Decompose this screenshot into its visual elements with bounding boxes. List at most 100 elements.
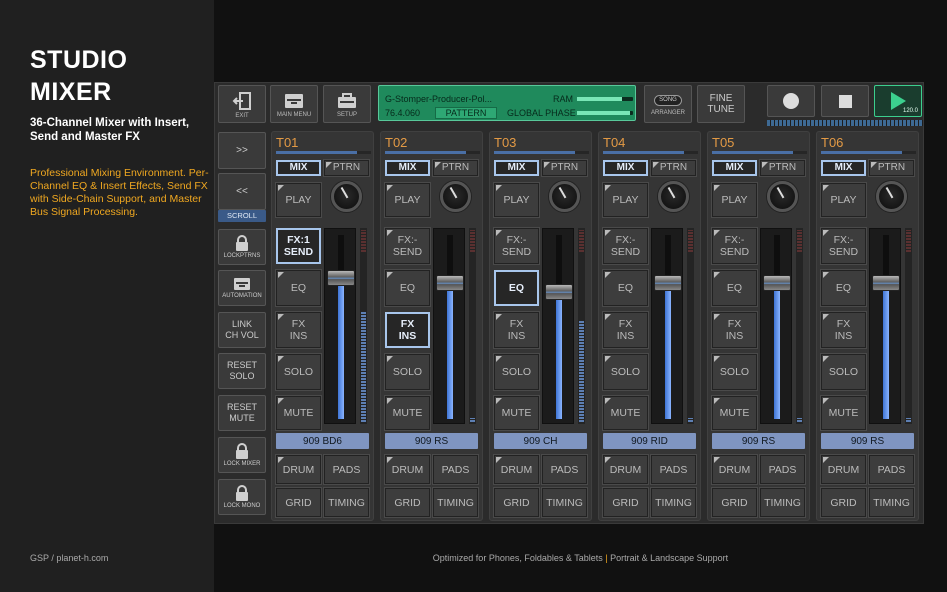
eq-button[interactable]: EQ [820, 269, 867, 307]
fx-insert-button[interactable]: FX INS [385, 312, 430, 348]
pattern-button[interactable]: PTRN [432, 159, 479, 177]
pan-knob[interactable] [440, 181, 471, 212]
fader-handle[interactable] [872, 275, 900, 292]
play-button[interactable]: 120.0 [874, 85, 922, 117]
solo-button[interactable]: SOLO [602, 353, 649, 391]
volume-fader[interactable] [433, 228, 465, 424]
pads-button[interactable]: PADS [868, 454, 915, 485]
play-channel-button[interactable]: PLAY [275, 182, 322, 218]
solo-button[interactable]: SOLO [711, 353, 758, 391]
solo-button[interactable]: SOLO [820, 353, 867, 391]
eq-button[interactable]: EQ [275, 269, 322, 307]
solo-button[interactable]: SOLO [275, 353, 322, 391]
mute-button[interactable]: MUTE [820, 395, 867, 431]
fx-insert-button[interactable]: FX INS [820, 311, 867, 349]
lock-mixer-button[interactable]: LOCK MIXER [218, 437, 266, 473]
mix-button[interactable]: MIX [276, 160, 321, 176]
eq-button[interactable]: EQ [494, 270, 539, 306]
lock-patterns-button[interactable]: LOCKPTRNS [218, 229, 266, 265]
pads-button[interactable]: PADS [323, 454, 370, 485]
pads-button[interactable]: PADS [759, 454, 806, 485]
eq-button[interactable]: EQ [602, 269, 649, 307]
mute-button[interactable]: MUTE [493, 395, 540, 431]
play-channel-button[interactable]: PLAY [711, 182, 758, 218]
fx-send-button[interactable]: FX:1 SEND [276, 228, 321, 264]
fader-handle[interactable] [545, 283, 573, 300]
stop-button[interactable] [821, 85, 869, 117]
automation-button[interactable]: AUTOMATION [218, 270, 266, 306]
fx-send-button[interactable]: FX:- SEND [711, 227, 758, 265]
eq-button[interactable]: EQ [711, 269, 758, 307]
volume-fader[interactable] [542, 228, 574, 424]
scroll-indicator[interactable]: SCROLL [218, 210, 266, 222]
timing-button[interactable]: TIMING [868, 487, 915, 518]
main-menu-button[interactable]: MAIN MENU [270, 85, 318, 123]
mute-button[interactable]: MUTE [384, 395, 431, 431]
pattern-button[interactable]: PTRN [759, 159, 806, 177]
play-channel-button[interactable]: PLAY [602, 182, 649, 218]
scroll-left-button[interactable]: << [218, 173, 266, 210]
pads-button[interactable]: PADS [541, 454, 588, 485]
mute-button[interactable]: MUTE [711, 395, 758, 431]
drum-button[interactable]: DRUM [384, 454, 431, 485]
fader-handle[interactable] [327, 270, 355, 287]
eq-button[interactable]: EQ [384, 269, 431, 307]
grid-button[interactable]: GRID [275, 487, 322, 518]
mix-button[interactable]: MIX [494, 160, 539, 176]
drum-button[interactable]: DRUM [711, 454, 758, 485]
pads-button[interactable]: PADS [432, 454, 479, 485]
play-channel-button[interactable]: PLAY [384, 182, 431, 218]
grid-button[interactable]: GRID [493, 487, 540, 518]
fine-tune-button[interactable]: FINE TUNE [697, 85, 745, 123]
mute-button[interactable]: MUTE [602, 395, 649, 431]
play-channel-button[interactable]: PLAY [493, 182, 540, 218]
exit-button[interactable]: EXIT [218, 85, 266, 123]
fx-insert-button[interactable]: FX INS [275, 311, 322, 349]
pads-button[interactable]: PADS [650, 454, 697, 485]
pattern-button[interactable]: PTRN [650, 159, 697, 177]
pan-knob[interactable] [331, 181, 362, 212]
pattern-button[interactable]: PTRN [541, 159, 588, 177]
fader-handle[interactable] [763, 275, 791, 292]
grid-button[interactable]: GRID [820, 487, 867, 518]
fx-send-button[interactable]: FX:- SEND [493, 227, 540, 265]
lock-mono-button[interactable]: LOCK MONO [218, 479, 266, 515]
timing-button[interactable]: TIMING [759, 487, 806, 518]
scroll-right-button[interactable]: >> [218, 132, 266, 169]
play-channel-button[interactable]: PLAY [820, 182, 867, 218]
record-button[interactable] [767, 85, 815, 117]
mix-button[interactable]: MIX [712, 160, 757, 176]
setup-button[interactable]: SETUP [323, 85, 371, 123]
timing-button[interactable]: TIMING [323, 487, 370, 518]
volume-fader[interactable] [651, 228, 683, 424]
fader-handle[interactable] [436, 275, 464, 292]
pan-knob[interactable] [767, 181, 798, 212]
solo-button[interactable]: SOLO [493, 353, 540, 391]
drum-button[interactable]: DRUM [493, 454, 540, 485]
timing-button[interactable]: TIMING [432, 487, 479, 518]
timing-button[interactable]: TIMING [650, 487, 697, 518]
pan-knob[interactable] [658, 181, 689, 212]
fx-send-button[interactable]: FX:- SEND [820, 227, 867, 265]
fader-handle[interactable] [654, 275, 682, 292]
fx-insert-button[interactable]: FX INS [602, 311, 649, 349]
mix-button[interactable]: MIX [821, 160, 866, 176]
mute-button[interactable]: MUTE [275, 395, 322, 431]
grid-button[interactable]: GRID [384, 487, 431, 518]
arranger-button[interactable]: SONG ARRANGER [644, 85, 692, 123]
fx-insert-button[interactable]: FX INS [493, 311, 540, 349]
pattern-button[interactable]: PTRN [323, 159, 370, 177]
fx-send-button[interactable]: FX:- SEND [602, 227, 649, 265]
reset-solo-button[interactable]: RESET SOLO [218, 353, 266, 389]
fx-insert-button[interactable]: FX INS [711, 311, 758, 349]
timing-button[interactable]: TIMING [541, 487, 588, 518]
link-ch-vol-button[interactable]: LINK CH VOL [218, 312, 266, 348]
volume-fader[interactable] [324, 228, 356, 424]
drum-button[interactable]: DRUM [820, 454, 867, 485]
reset-mute-button[interactable]: RESET MUTE [218, 395, 266, 431]
drum-button[interactable]: DRUM [602, 454, 649, 485]
mix-button[interactable]: MIX [385, 160, 430, 176]
volume-fader[interactable] [869, 228, 901, 424]
mix-button[interactable]: MIX [603, 160, 648, 176]
pan-knob[interactable] [876, 181, 907, 212]
